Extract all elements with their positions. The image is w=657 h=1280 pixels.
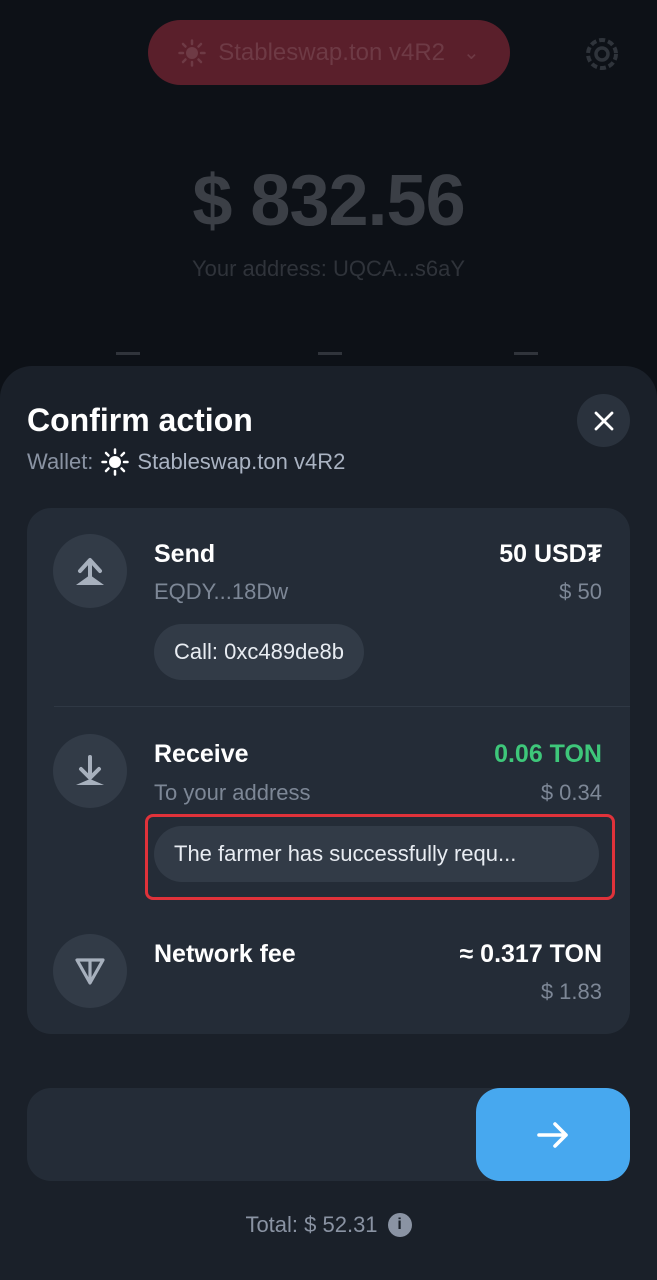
info-icon[interactable]: i — [387, 1213, 412, 1237]
arrow-right-icon — [537, 1121, 568, 1148]
arrow-up-icon — [76, 558, 104, 585]
app-screen: Stableswap.ton v4R2 ⌄ $ 832.56 Your addr… — [0, 0, 657, 1280]
sun-icon — [101, 448, 130, 476]
send-icon-circle — [53, 534, 127, 608]
row-divider — [54, 706, 630, 707]
fee-icon-circle — [53, 934, 127, 1008]
send-usd: $ 50 — [559, 579, 602, 604]
sheet-title: Confirm action — [27, 402, 253, 438]
wallet-selector[interactable]: Stableswap.ton v4R2 ⌄ — [148, 20, 510, 85]
fee-title: Network fee — [154, 940, 296, 968]
receive-subtitle: To your address — [154, 780, 311, 805]
ton-icon — [75, 958, 105, 985]
your-address: Your address: UQCA...s6aY — [191, 256, 466, 281]
highlight-box — [145, 814, 615, 900]
call-chip[interactable]: Call: 0xc489de8b — [154, 624, 365, 680]
fee-amount: ≈ 0.317 TON — [459, 940, 603, 968]
confirm-button[interactable] — [476, 1088, 630, 1181]
wallet-info: Wallet: Stableswap.ton v4R2 — [27, 448, 345, 476]
receive-amount: 0.06 TON — [494, 740, 602, 768]
close-button[interactable] — [577, 394, 630, 447]
balance-amount: $ 832.56 — [192, 161, 465, 241]
transaction-card: Send EQDY...18Dw 50 USD₮ $ 50 Call: 0xc4… — [27, 508, 630, 1034]
confirm-sheet: Confirm action Wallet: Stableswap.ton v4… — [0, 366, 657, 1280]
close-icon — [594, 411, 613, 430]
receive-title: Receive — [154, 740, 249, 768]
wallet-background: Stableswap.ton v4R2 ⌄ $ 832.56 Your addr… — [0, 0, 657, 400]
receive-icon-circle — [53, 734, 127, 808]
wallet-name: Stableswap.ton v4R2 — [137, 449, 346, 474]
arrow-down-icon — [76, 755, 104, 785]
send-title: Send — [154, 540, 216, 568]
chevron-down-icon: ⌄ — [463, 42, 480, 64]
wallet-label: Wallet: — [27, 449, 94, 474]
total-row: Total: $ 52.31 i — [0, 1212, 657, 1238]
gear-icon[interactable] — [580, 32, 624, 76]
receive-usd: $ 0.34 — [540, 780, 602, 805]
total-label: Total: $ 52.31 — [245, 1212, 378, 1237]
sun-icon — [178, 38, 206, 67]
fee-usd: $ 1.83 — [540, 979, 602, 1004]
send-amount: 50 USD₮ — [499, 540, 602, 568]
send-address: EQDY...18Dw — [154, 579, 289, 604]
wallet-selector-label: Stableswap.ton v4R2 — [218, 38, 446, 66]
